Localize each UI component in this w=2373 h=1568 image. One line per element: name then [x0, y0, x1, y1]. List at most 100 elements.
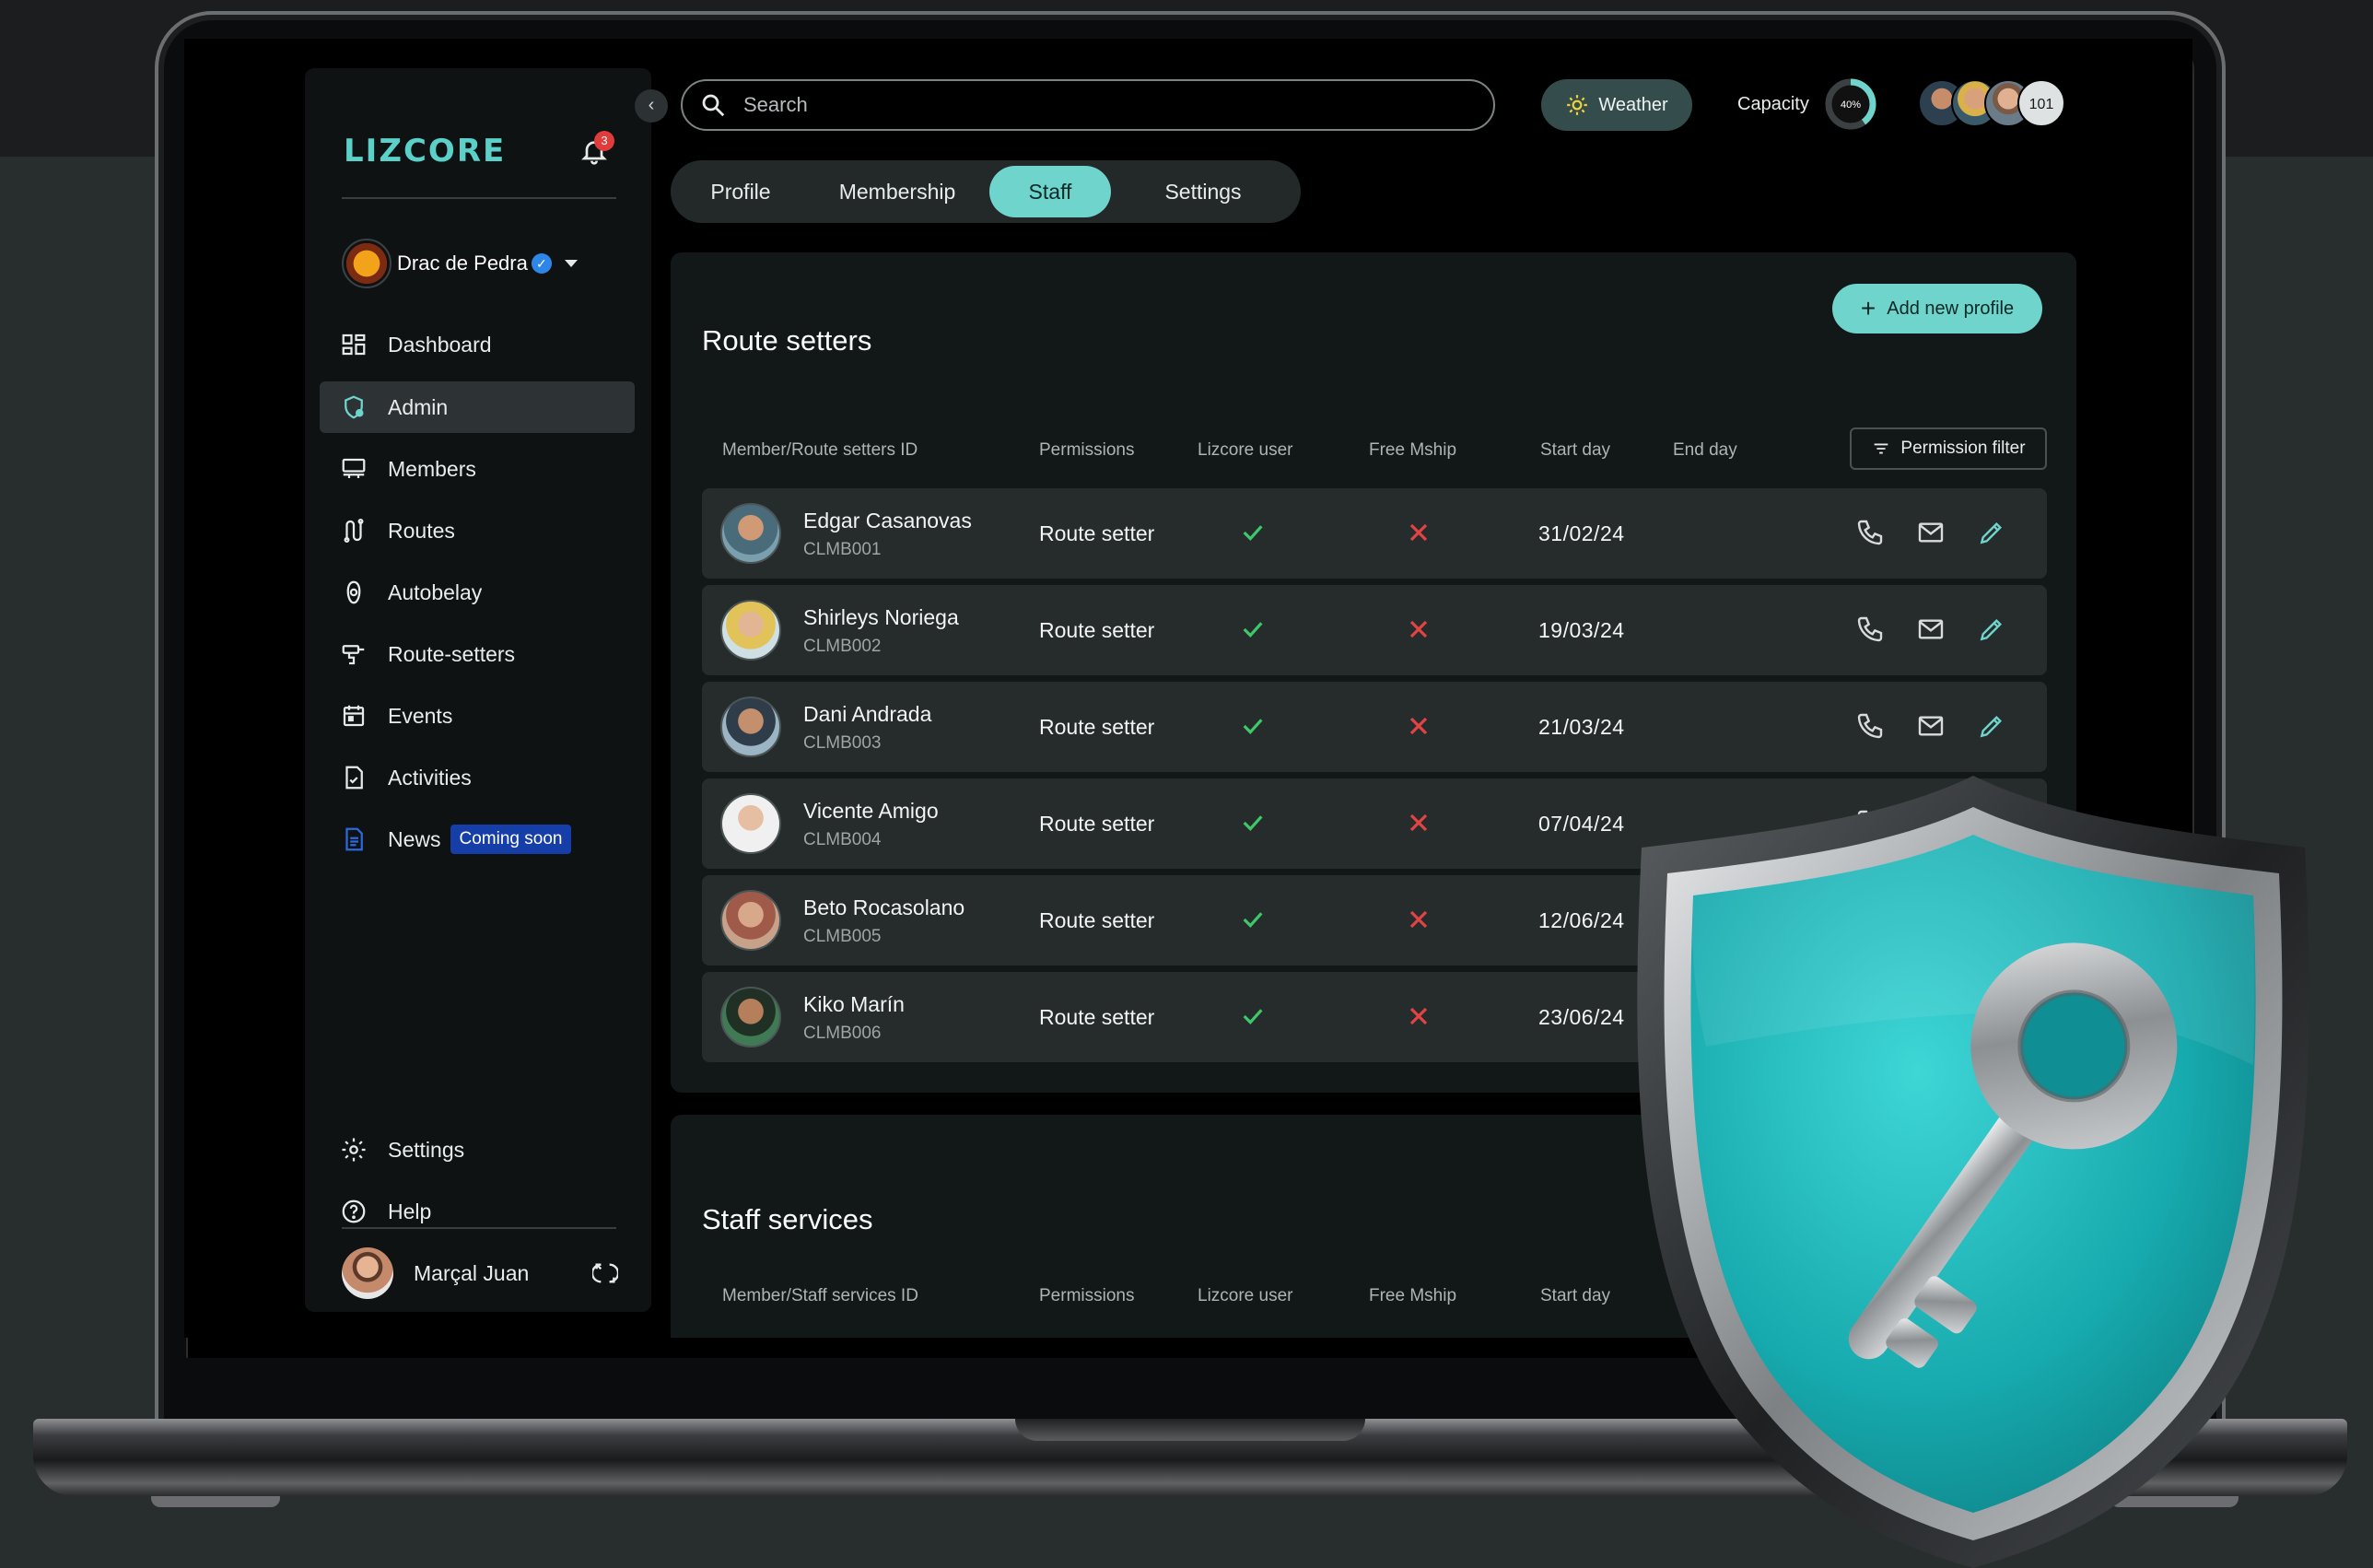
check-icon — [1238, 518, 1268, 547]
phone-icon[interactable] — [1855, 711, 1885, 741]
column-header: Member/Staff services ID — [722, 1286, 918, 1305]
current-user[interactable]: Marçal Juan — [342, 1247, 618, 1299]
cross-icon — [1404, 518, 1433, 547]
avatar — [720, 600, 781, 661]
column-header: Start day — [1540, 440, 1611, 460]
online-users[interactable]: 101 — [1918, 79, 2065, 131]
edit-pencil-icon[interactable] — [1977, 711, 2006, 741]
phone-icon[interactable] — [1855, 614, 1885, 644]
switch-account-icon[interactable] — [592, 1260, 618, 1286]
sidebar-item-label: Routes — [388, 518, 455, 543]
start-day: 23/06/24 — [1538, 1005, 1625, 1029]
table-row[interactable]: Edgar Casanovas CLMB001 Route setter 31/02/… — [702, 488, 2047, 579]
avatar — [720, 503, 781, 564]
dashboard-icon — [342, 333, 366, 356]
sidebar-item-help[interactable]: Help — [320, 1186, 635, 1237]
mail-icon[interactable] — [1916, 614, 1946, 644]
permission: Route setter — [1039, 908, 1155, 932]
search-bar[interactable] — [681, 79, 1495, 131]
cross-icon — [1404, 614, 1433, 644]
member-name: Shirleys Noriega — [803, 605, 959, 629]
members-icon — [342, 458, 366, 478]
search-input[interactable] — [743, 93, 1444, 117]
notification-badge: 3 — [594, 131, 614, 151]
sidebar-item-label: Dashboard — [388, 332, 492, 357]
section-title: Staff services — [702, 1203, 873, 1235]
member-id: CLMB003 — [803, 733, 882, 753]
gym-name: Drac de Pedra — [397, 252, 528, 275]
lizcore-logo: LIZCORE — [344, 133, 507, 170]
cross-icon — [1404, 905, 1433, 934]
gym-logo — [342, 239, 392, 288]
avatar — [720, 987, 781, 1047]
cross-icon — [1404, 808, 1433, 837]
activities-icon — [345, 766, 363, 790]
column-header: Permissions — [1039, 1286, 1135, 1305]
online-count: 101 — [2017, 79, 2065, 127]
member-id: CLMB001 — [803, 540, 882, 559]
sidebar-item-autobelay[interactable]: Autobelay — [320, 567, 635, 618]
routes-icon — [344, 519, 364, 543]
sidebar: LIZCORE 3 Drac de Pedra ✓ Dashboard Admi… — [305, 68, 651, 1312]
edit-pencil-icon[interactable] — [1977, 614, 2006, 644]
admin-shield-icon — [345, 395, 364, 419]
member-name: Vicente Amigo — [803, 799, 939, 823]
calendar-icon — [343, 705, 365, 727]
cross-icon — [1404, 711, 1433, 741]
start-day: 31/02/24 — [1538, 521, 1625, 545]
weather-label: Weather — [1598, 94, 1668, 115]
column-header: Start day — [1540, 1286, 1611, 1305]
sidebar-item-dashboard[interactable]: Dashboard — [320, 319, 635, 370]
mail-icon[interactable] — [1916, 711, 1946, 741]
tab-profile[interactable]: Profile — [676, 166, 805, 217]
member-id: CLMB004 — [803, 830, 882, 849]
table-row[interactable]: Shirleys Noriega CLMB002 Route setter 19/03… — [702, 585, 2047, 675]
avatar — [342, 1247, 393, 1299]
permission-filter-button[interactable]: Permission filter — [1850, 427, 2047, 470]
filter-label: Permission filter — [1900, 439, 2026, 458]
user-name: Marçal Juan — [414, 1260, 530, 1285]
column-header: End day — [1673, 440, 1737, 460]
column-header: Free Mship — [1369, 440, 1457, 460]
tab-staff[interactable]: Staff — [989, 166, 1111, 217]
mail-icon[interactable] — [1916, 518, 1946, 547]
sidebar-item-label: Route-setters — [388, 641, 516, 666]
sun-icon — [1567, 95, 1588, 115]
start-day: 19/03/24 — [1538, 618, 1625, 642]
sidebar-item-news[interactable]: News Coming soon — [320, 813, 635, 865]
start-day: 07/04/24 — [1538, 812, 1625, 836]
member-name: Beto Rocasolano — [803, 895, 965, 919]
tab-settings[interactable]: Settings — [1111, 166, 1295, 217]
autobelay-icon — [346, 580, 361, 604]
permission: Route setter — [1039, 812, 1155, 836]
edit-pencil-icon[interactable] — [1977, 518, 2006, 547]
member-id: CLMB002 — [803, 637, 882, 656]
check-icon — [1238, 1001, 1268, 1031]
member-name: Kiko Marín — [803, 992, 905, 1016]
security-shield-key-icon — [1637, 776, 2309, 1568]
check-icon — [1238, 711, 1268, 741]
member-name: Edgar Casanovas — [803, 509, 972, 532]
sidebar-item-route-setters[interactable]: Route-setters — [320, 628, 635, 680]
phone-icon[interactable] — [1855, 518, 1885, 547]
sidebar-item-members[interactable]: Members — [320, 443, 635, 495]
sidebar-item-settings[interactable]: Settings — [320, 1124, 635, 1176]
column-header: Member/Route setters ID — [722, 440, 918, 460]
tab-membership[interactable]: Membership — [805, 166, 989, 217]
sidebar-item-admin[interactable]: Admin — [320, 381, 635, 433]
weather-button[interactable]: Weather — [1541, 79, 1692, 131]
sidebar-item-events[interactable]: Events — [320, 690, 635, 742]
capacity-gauge: 40% — [1825, 78, 1876, 130]
add-new-profile-button[interactable]: + Add new profile — [1832, 284, 2042, 333]
sidebar-item-activities[interactable]: Activities — [320, 752, 635, 803]
start-day: 21/03/24 — [1538, 715, 1625, 739]
sidebar-item-routes[interactable]: Routes — [320, 505, 635, 556]
collapse-sidebar-button[interactable]: ‹ — [635, 89, 668, 123]
coming-soon-badge: Coming soon — [450, 825, 572, 854]
table-row[interactable]: Dani Andrada CLMB003 Route setter 21/03/24 — [702, 682, 2047, 772]
column-header: Permissions — [1039, 440, 1135, 460]
sidebar-item-label: Activities — [388, 765, 472, 790]
permission: Route setter — [1039, 618, 1155, 642]
check-icon — [1238, 808, 1268, 837]
gym-selector[interactable]: Drac de Pedra ✓ — [342, 238, 618, 289]
